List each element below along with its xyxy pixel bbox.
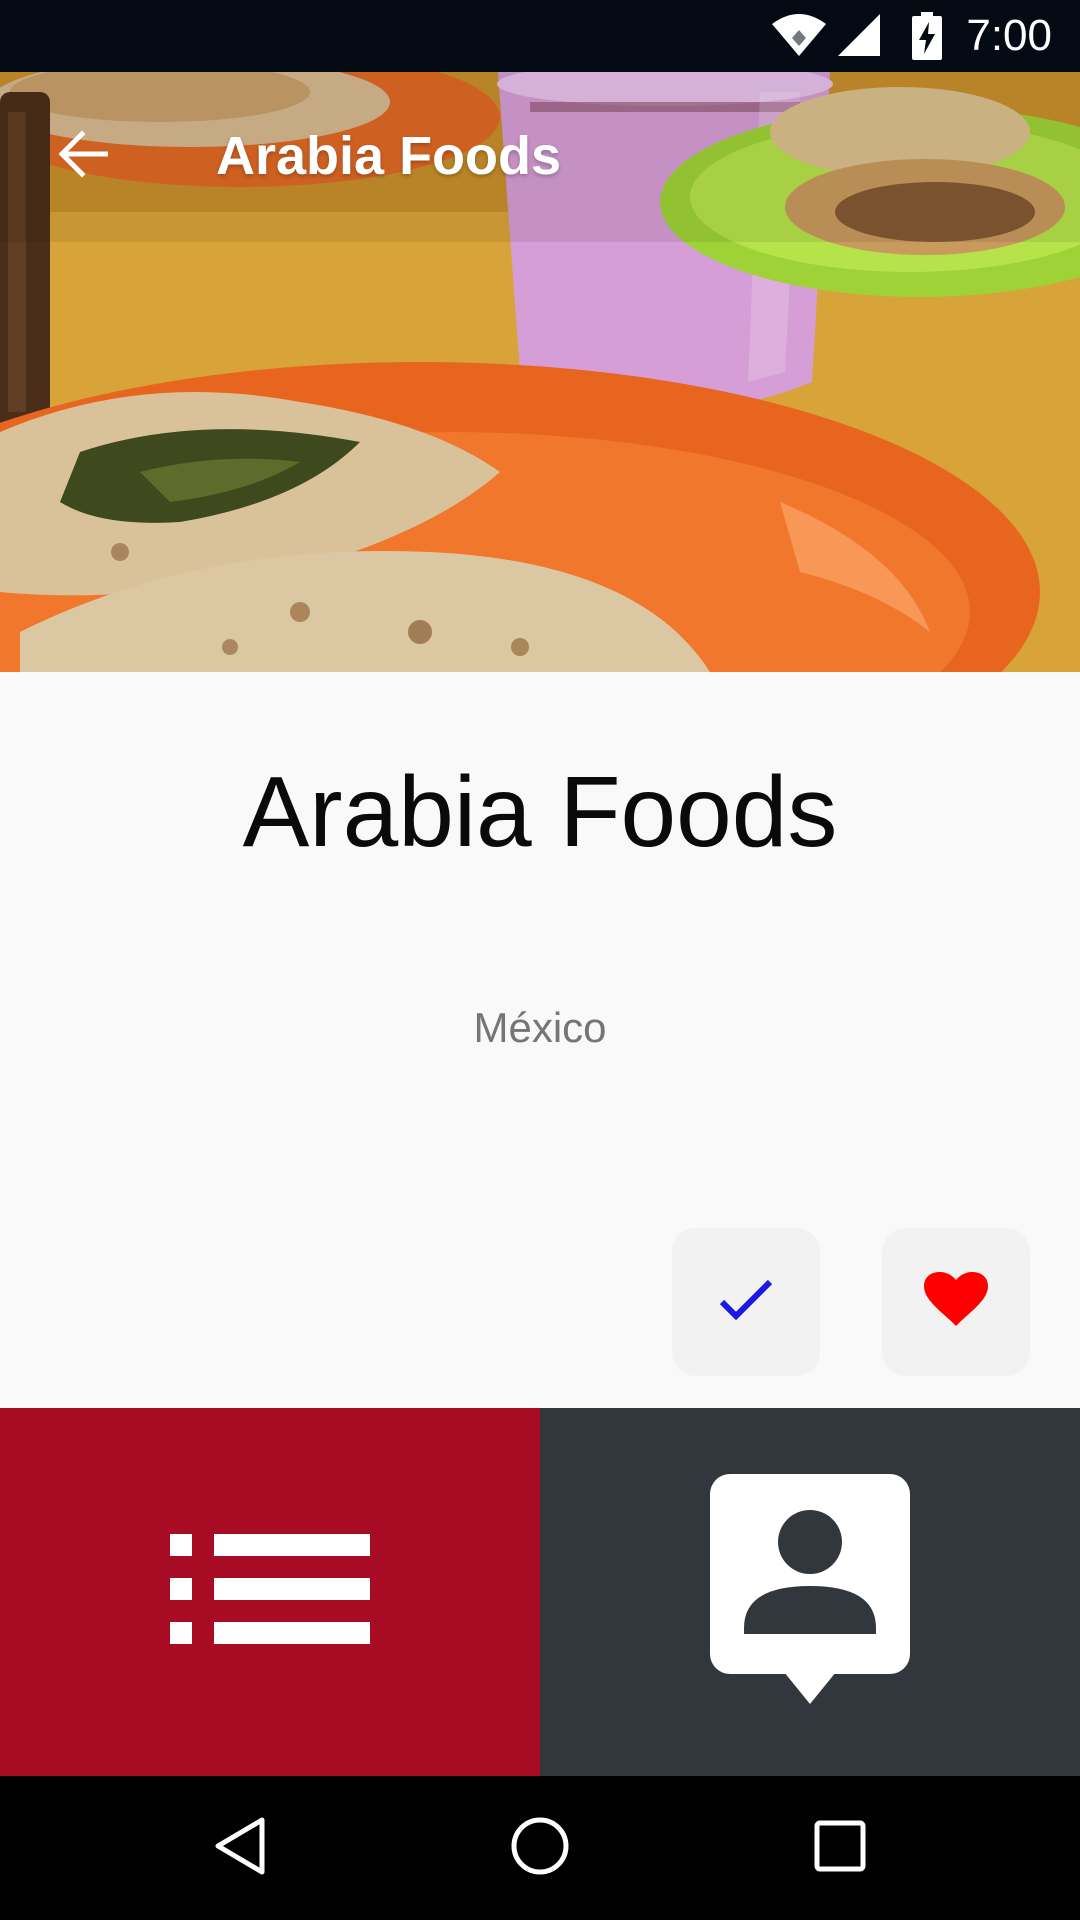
check-icon xyxy=(718,1278,774,1327)
arrow-back-icon xyxy=(56,129,112,183)
nav-home-icon xyxy=(510,1816,570,1881)
cell-signal-icon xyxy=(836,12,882,63)
heart-icon xyxy=(924,1271,988,1333)
contact-card-icon xyxy=(710,1473,910,1711)
wifi-icon xyxy=(770,12,828,63)
back-button[interactable] xyxy=(44,124,124,188)
place-location: México xyxy=(473,1004,607,1051)
list-icon xyxy=(170,1533,370,1651)
tab-list[interactable] xyxy=(0,1408,540,1776)
nav-back-icon xyxy=(212,1816,268,1881)
place-details: Arabia Foods México xyxy=(0,672,1080,1408)
favorite-button[interactable] xyxy=(882,1228,1030,1376)
bottom-tabs xyxy=(0,1408,1080,1776)
place-detail-screen: 7:00 Arabia Foods Arabia Foods México xyxy=(0,0,1080,1920)
visited-button[interactable] xyxy=(672,1228,820,1376)
nav-back-button[interactable] xyxy=(200,1808,280,1888)
system-nav-bar xyxy=(0,1776,1080,1920)
tab-profile[interactable] xyxy=(540,1408,1080,1776)
nav-home-button[interactable] xyxy=(500,1808,580,1888)
toolbar: Arabia Foods xyxy=(0,72,1080,240)
nav-recents-button[interactable] xyxy=(800,1808,880,1888)
toolbar-title: Arabia Foods xyxy=(216,126,562,186)
nav-recents-icon xyxy=(814,1820,866,1877)
status-time: 7:00 xyxy=(966,11,1052,60)
place-name: Arabia Foods xyxy=(242,756,838,868)
battery-charging-icon xyxy=(912,12,942,65)
status-bar: 7:00 xyxy=(0,0,1080,72)
